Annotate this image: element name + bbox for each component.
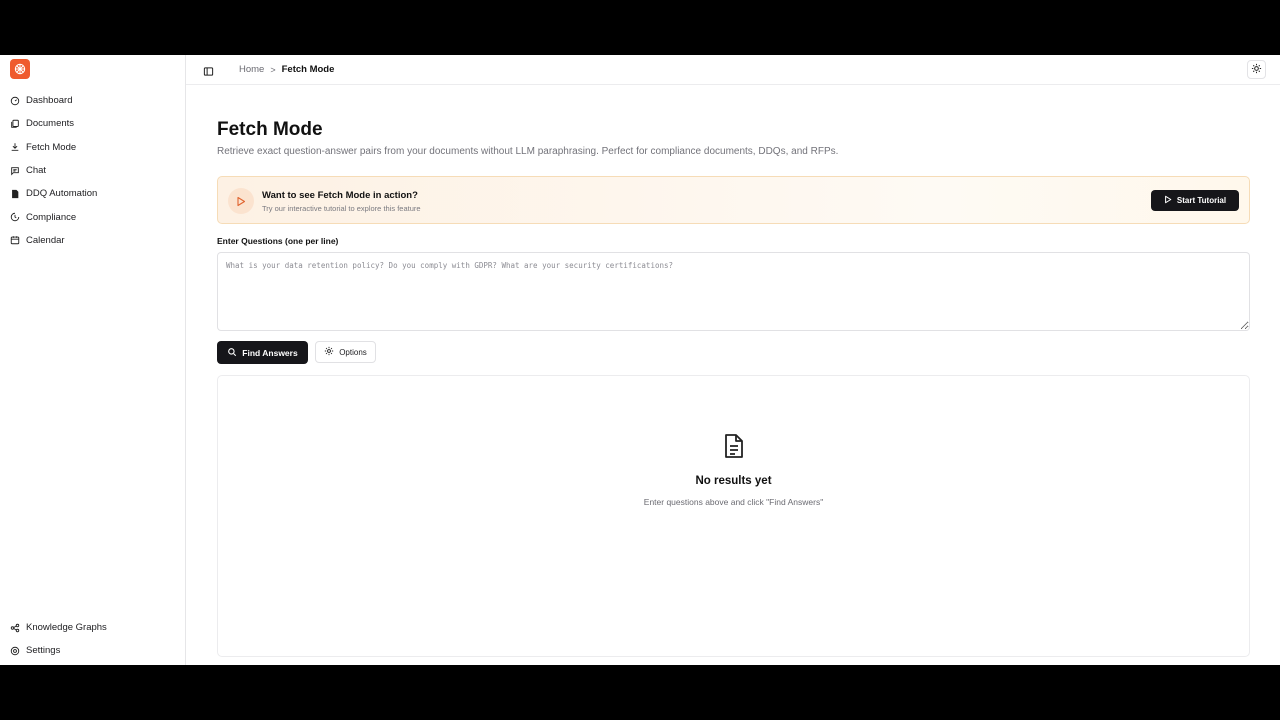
breadcrumb-current: Fetch Mode (281, 64, 335, 75)
sidebar-item-label: Fetch Mode (26, 141, 77, 153)
banner-subtitle: Try our interactive tutorial to explore … (262, 204, 421, 213)
sidebar-item-calendar[interactable]: Calendar (0, 229, 185, 252)
breadcrumb: Home > Fetch Mode (239, 64, 334, 75)
options-button[interactable]: Options (315, 341, 376, 363)
chat-icon (10, 166, 20, 176)
sidebar-item-label: DDQ Automation (26, 188, 98, 200)
brain-logo-icon[interactable] (10, 59, 30, 79)
banner-title: Want to see Fetch Mode in action? (262, 190, 418, 201)
breadcrumb-home-link[interactable]: Home (239, 64, 264, 75)
sidebar-item-label: Knowledge Graphs (26, 622, 107, 634)
questions-input[interactable] (217, 252, 1250, 331)
page-subtitle: Retrieve exact question-answer pairs fro… (217, 146, 839, 157)
sidebar-item-documents[interactable]: Documents (0, 112, 185, 135)
find-answers-button[interactable]: Find Answers (217, 341, 308, 364)
options-label: Options (339, 347, 367, 357)
sidebar-item-label: Compliance (26, 211, 77, 223)
results-panel: No results yet Enter questions above and… (217, 375, 1250, 657)
start-tutorial-label: Start Tutorial (1176, 196, 1227, 205)
sun-icon (1251, 61, 1262, 79)
app-window: Dashboard Documents Fetch Mode Chat DDQ … (0, 55, 1280, 665)
graph-icon (10, 623, 20, 633)
sidebar-item-label: Dashboard (26, 95, 73, 107)
sidebar-bottom-nav: Knowledge Graphs Settings (0, 616, 185, 663)
sidebar: Dashboard Documents Fetch Mode Chat DDQ … (0, 55, 186, 665)
sidebar-item-compliance[interactable]: Compliance (0, 205, 185, 228)
sidebar-toggle-icon[interactable] (203, 64, 214, 76)
tutorial-banner: Want to see Fetch Mode in action? Try ou… (217, 176, 1250, 224)
sidebar-item-settings[interactable]: Settings (0, 639, 185, 662)
top-bar: Home > Fetch Mode (186, 55, 1280, 85)
file-lock-icon (10, 189, 20, 199)
play-icon (228, 188, 254, 214)
gear-icon (324, 346, 334, 358)
sidebar-item-label: Chat (26, 165, 47, 177)
sidebar-item-label: Documents (26, 118, 75, 130)
sidebar-item-chat[interactable]: Chat (0, 159, 185, 182)
shield-icon (10, 212, 20, 222)
dashboard-icon (10, 96, 20, 106)
sidebar-item-label: Calendar (26, 234, 65, 246)
calendar-icon (10, 235, 20, 245)
download-icon (10, 142, 20, 152)
sidebar-item-ddq-automation[interactable]: DDQ Automation (0, 182, 185, 205)
documents-icon (10, 119, 20, 129)
play-icon (1164, 195, 1172, 206)
start-tutorial-button[interactable]: Start Tutorial (1151, 190, 1239, 211)
find-answers-label: Find Answers (242, 347, 298, 358)
sidebar-item-fetch-mode[interactable]: Fetch Mode (0, 136, 185, 159)
gear-icon (10, 646, 20, 656)
questions-label: Enter Questions (one per line) (217, 236, 339, 246)
main-content: Home > Fetch Mode Fetch Mode Retrieve ex… (186, 55, 1280, 665)
sidebar-nav: Dashboard Documents Fetch Mode Chat DDQ … (0, 89, 185, 252)
page-title: Fetch Mode (217, 119, 323, 140)
sidebar-item-label: Settings (26, 645, 61, 657)
theme-toggle-button[interactable] (1247, 60, 1266, 79)
document-icon (723, 433, 745, 459)
search-icon (227, 347, 237, 359)
sidebar-item-dashboard[interactable]: Dashboard (0, 89, 185, 112)
empty-state-subtitle: Enter questions above and click "Find An… (643, 497, 824, 507)
sidebar-item-knowledge-graphs[interactable]: Knowledge Graphs (0, 616, 185, 639)
empty-state-title: No results yet (695, 475, 772, 487)
chevron-right-icon: > (270, 64, 276, 75)
